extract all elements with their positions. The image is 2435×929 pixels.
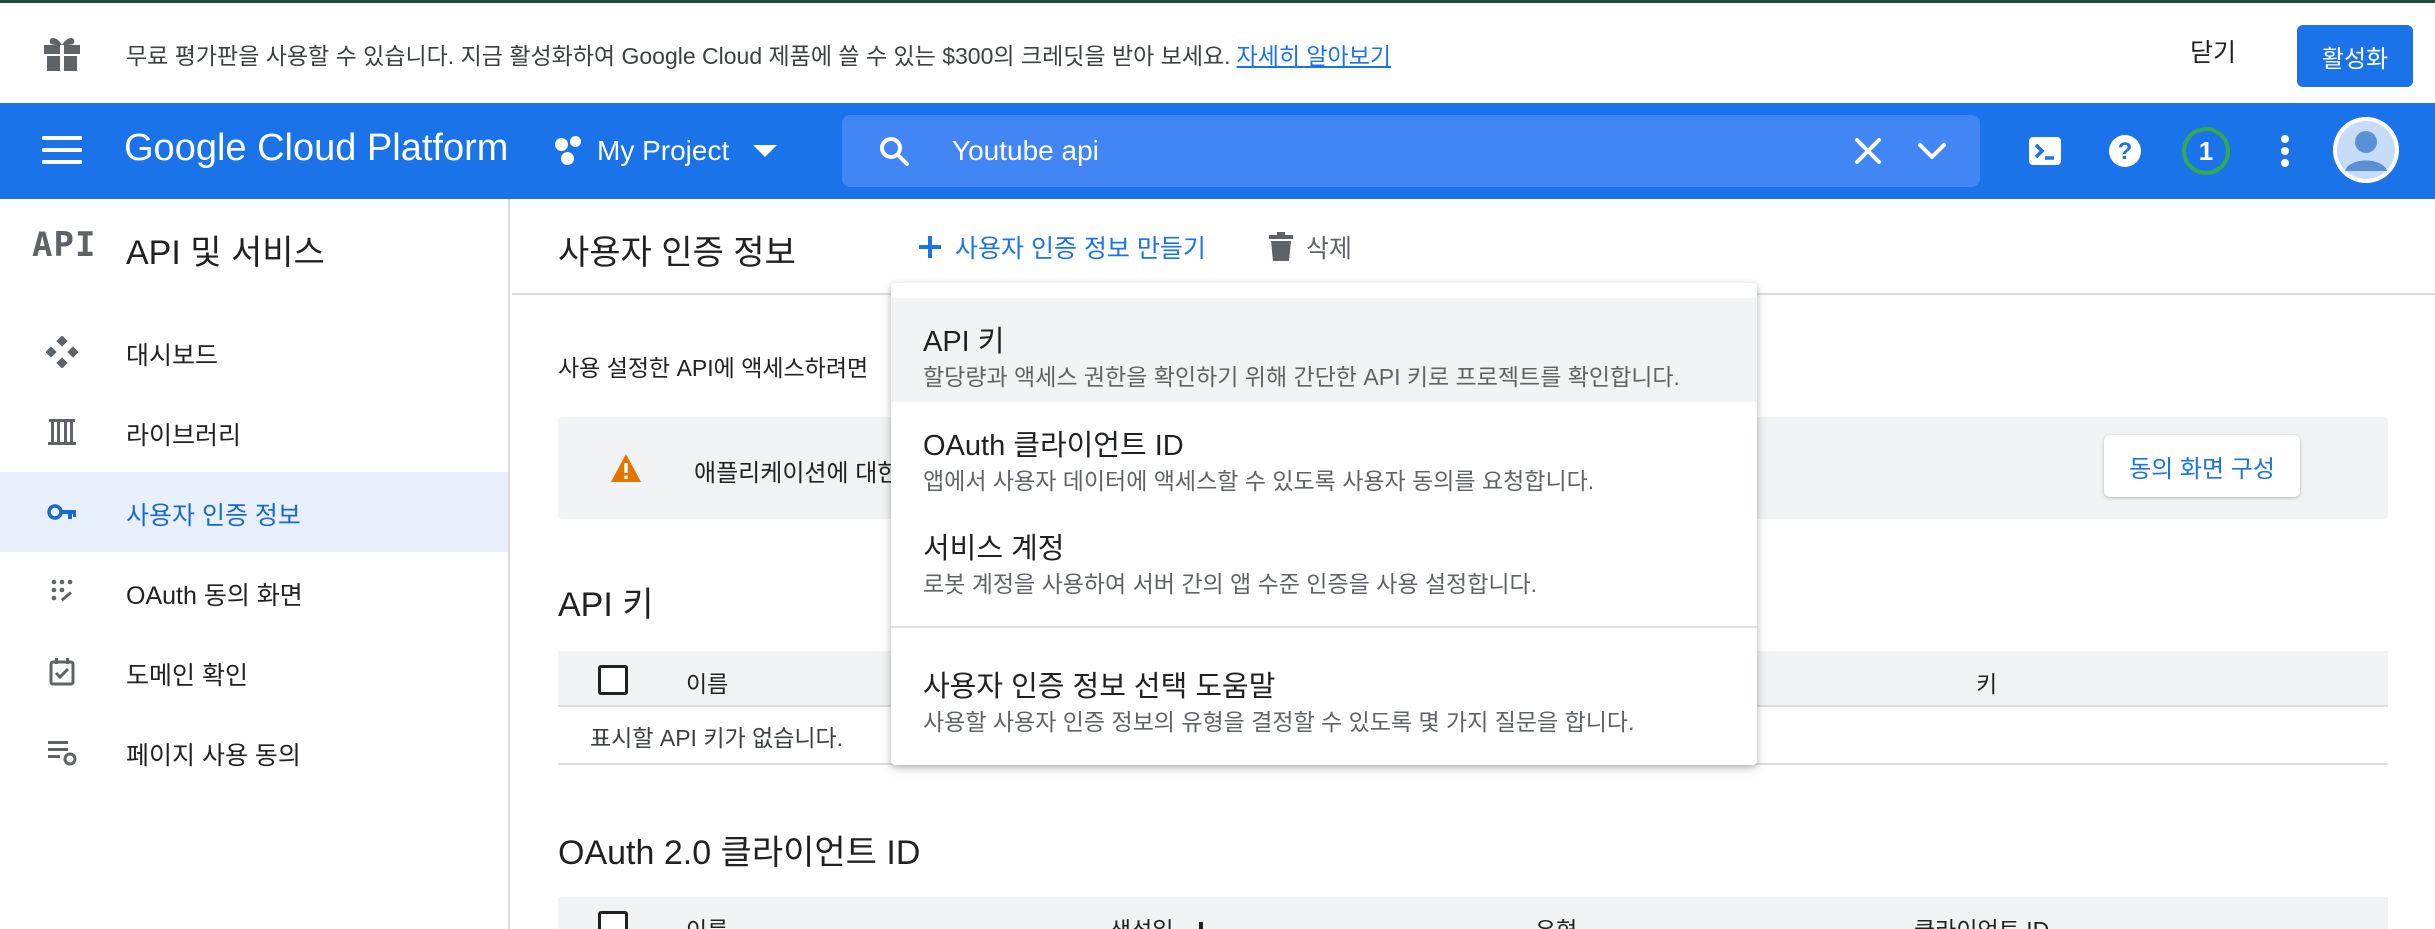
empty-message: 표시할 API 키가 없습니다. (590, 725, 844, 751)
notification-badge[interactable]: 1 (2182, 127, 2230, 175)
delete-button[interactable]: 삭제 (1268, 227, 1352, 267)
activate-button[interactable]: 활성화 (2297, 25, 2413, 87)
dashboard-icon (46, 336, 78, 368)
sidebar-item-library[interactable]: 라이브러리 (0, 392, 508, 472)
sidebar-title: API 및 서비스 (126, 234, 325, 272)
menu-item-description: 사용할 사용자 인증 정보의 유형을 결정할 수 있도록 몇 가지 질문을 합니… (923, 709, 1635, 735)
column-client-id[interactable]: 클라이언트 ID (1914, 911, 2049, 929)
help-icon[interactable]: ? (2105, 131, 2145, 171)
search-icon (880, 137, 909, 166)
create-credentials-button[interactable]: 사용자 인증 정보 만들기 (917, 227, 1206, 267)
create-credentials-menu: API 키 할당량과 액세스 권한을 확인하기 위해 간단한 API 키로 프로… (891, 283, 1757, 765)
column-key[interactable]: 키 (1976, 665, 1997, 699)
consent-screen-icon (51, 579, 73, 602)
sort-arrow-down-icon (1198, 921, 1203, 929)
page-usage-icon (48, 741, 77, 766)
project-selector[interactable]: My Project (555, 131, 778, 171)
delete-label: 삭제 (1306, 235, 1353, 263)
menu-item-service-account[interactable]: 서비스 계정 로봇 계정을 사용하여 서버 간의 앱 수준 인증을 사용 설정합… (891, 505, 1757, 609)
api-keys-title: API 키 (558, 586, 654, 624)
sidebar-item-label: 라이브러리 (126, 422, 242, 450)
menu-item-description: 앱에서 사용자 데이터에 액세스할 수 있도록 사용자 동의를 요청합니다. (923, 468, 1595, 494)
chevron-down-icon[interactable] (1916, 135, 1948, 167)
sidebar: API API 및 서비스 대시보드 라이브러리 사용자 인증 정보 OAuth… (0, 199, 510, 929)
plus-icon (919, 236, 941, 258)
column-name[interactable]: 이름 (686, 911, 728, 929)
trial-banner: 무료 평가판을 사용할 수 있습니다. 지금 활성화하여 Google Clou… (0, 0, 2435, 103)
menu-item-title: 사용자 인증 정보 선택 도움말 (923, 671, 1276, 703)
account-avatar[interactable] (2333, 117, 2399, 183)
menu-item-oauth-client-id[interactable]: OAuth 클라이언트 ID 앱에서 사용자 데이터에 액세스할 수 있도록 사… (891, 402, 1757, 506)
api-logo: API (32, 225, 97, 265)
key-icon (47, 504, 76, 520)
menu-item-title: OAuth 클라이언트 ID (923, 430, 1184, 462)
sidebar-header: API API 및 서비스 (0, 199, 508, 295)
project-name: My Project (597, 135, 730, 166)
oauth-title: OAuth 2.0 클라이언트 ID (558, 834, 921, 872)
sidebar-item-label: 페이지 사용 동의 (126, 742, 301, 770)
menu-item-api-key[interactable]: API 키 할당량과 액세스 권한을 확인하기 위해 간단한 API 키로 프로… (891, 298, 1757, 402)
menu-item-credential-help[interactable]: 사용자 인증 정보 선택 도움말 사용할 사용자 인증 정보의 유형을 결정할 … (891, 643, 1757, 747)
cloud-shell-icon[interactable] (2025, 131, 2065, 171)
sidebar-item-label: 도메인 확인 (126, 662, 248, 690)
sidebar-item-oauth-consent[interactable]: OAuth 동의 화면 (0, 552, 508, 632)
configure-consent-button[interactable]: 동의 화면 구성 (2104, 435, 2300, 497)
sidebar-item-label: 대시보드 (126, 342, 219, 370)
sidebar-item-credentials[interactable]: 사용자 인증 정보 (0, 472, 508, 552)
learn-more-link[interactable]: 자세히 알아보기 (1237, 43, 1392, 69)
table-header: 이름 생성일 유형 클라이언트 ID (558, 897, 2388, 929)
column-name[interactable]: 이름 (686, 665, 728, 699)
intro-text: 사용 설정한 API에 액세스하려면 (558, 355, 869, 381)
svg-text:?: ? (2118, 138, 2133, 165)
page-title: 사용자 인증 정보 (558, 234, 796, 272)
search-bar[interactable] (842, 115, 1980, 187)
project-icon (555, 136, 585, 166)
top-navigation: Google Cloud Platform My Project ? 1 (0, 103, 2435, 199)
library-icon (48, 419, 76, 445)
select-all-checkbox[interactable] (598, 665, 628, 695)
menu-divider (891, 626, 1757, 628)
gift-icon (44, 38, 80, 71)
warning-icon (611, 454, 641, 482)
menu-item-title: API 키 (923, 326, 1005, 358)
dropdown-caret-icon (753, 145, 778, 157)
menu-item-title: 서비스 계정 (923, 533, 1065, 565)
column-type[interactable]: 유형 (1535, 911, 1577, 929)
banner-message: 무료 평가판을 사용할 수 있습니다. 지금 활성화하여 Google Clou… (126, 43, 1392, 69)
action-bar: 사용자 인증 정보 사용자 인증 정보 만들기 삭제 (512, 199, 2435, 295)
hamburger-menu-icon[interactable] (42, 136, 82, 166)
more-options-icon[interactable] (2265, 131, 2305, 171)
menu-item-description: 로봇 계정을 사용하여 서버 간의 앱 수준 인증을 사용 설정합니다. (923, 571, 1538, 597)
brand-title[interactable]: Google Cloud Platform (124, 127, 508, 170)
sidebar-item-dashboard[interactable]: 대시보드 (0, 312, 508, 392)
alert-text: 애플리케이션에 대한 (694, 460, 900, 487)
domain-check-icon (49, 658, 75, 686)
column-created[interactable]: 생성일 (1110, 911, 1212, 929)
select-all-checkbox[interactable] (598, 911, 628, 929)
sidebar-item-label: 사용자 인증 정보 (126, 502, 301, 530)
search-input[interactable] (952, 127, 1852, 175)
menu-item-description: 할당량과 액세스 권한을 확인하기 위해 간단한 API 키로 프로젝트를 확인… (923, 364, 1680, 390)
close-banner-button[interactable]: 닫기 (2190, 33, 2236, 69)
create-credentials-label: 사용자 인증 정보 만들기 (955, 235, 1206, 263)
sidebar-item-domain-verification[interactable]: 도메인 확인 (0, 632, 508, 712)
clear-search-icon[interactable] (1852, 135, 1884, 167)
sidebar-item-label: OAuth 동의 화면 (126, 582, 303, 610)
trash-icon (1269, 232, 1293, 261)
sidebar-item-page-usage[interactable]: 페이지 사용 동의 (0, 712, 508, 792)
avatar-icon (2333, 117, 2399, 183)
